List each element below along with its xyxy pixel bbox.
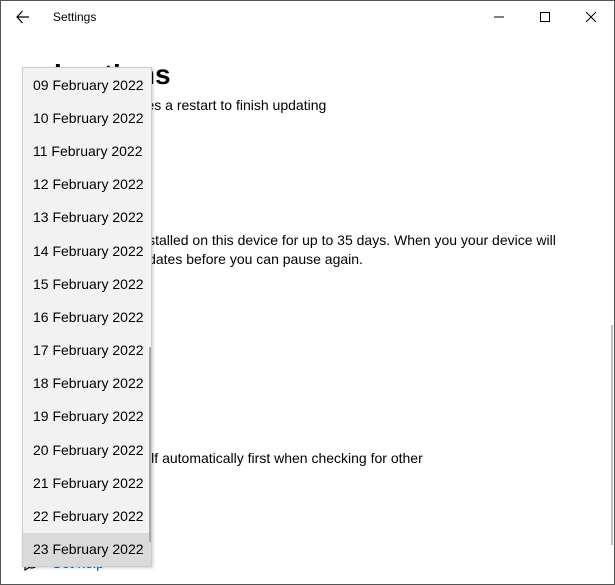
- dropdown-item[interactable]: 15 February 2022: [23, 267, 151, 300]
- dropdown-item[interactable]: 23 February 2022: [23, 533, 151, 566]
- window-controls: [476, 1, 614, 33]
- dropdown-item[interactable]: 17 February 2022: [23, 334, 151, 367]
- dropdown-item[interactable]: 11 February 2022: [23, 134, 151, 167]
- arrow-left-icon: [15, 9, 31, 25]
- back-button[interactable]: [1, 1, 45, 33]
- dropdown-item[interactable]: 14 February 2022: [23, 234, 151, 267]
- dropdown-item[interactable]: 12 February 2022: [23, 168, 151, 201]
- dropdown-item[interactable]: 21 February 2022: [23, 466, 151, 499]
- page-scrollbar[interactable]: [611, 325, 613, 545]
- dropdown-item[interactable]: 22 February 2022: [23, 499, 151, 532]
- maximize-icon: [540, 12, 550, 22]
- dropdown-item[interactable]: 09 February 2022: [23, 68, 151, 101]
- close-button[interactable]: [568, 1, 614, 33]
- titlebar: Settings: [1, 1, 614, 33]
- dropdown-scrollbar[interactable]: [149, 347, 151, 542]
- dropdown-item[interactable]: 20 February 2022: [23, 433, 151, 466]
- pause-until-dropdown[interactable]: 09 February 202210 February 202211 Febru…: [22, 67, 152, 567]
- dropdown-item[interactable]: 16 February 2022: [23, 300, 151, 333]
- minimize-icon: [494, 12, 504, 22]
- dropdown-item[interactable]: 13 February 2022: [23, 201, 151, 234]
- minimize-button[interactable]: [476, 1, 522, 33]
- dropdown-item[interactable]: 18 February 2022: [23, 367, 151, 400]
- window-title: Settings: [45, 10, 96, 24]
- dropdown-item[interactable]: 19 February 2022: [23, 400, 151, 433]
- close-icon: [586, 12, 596, 22]
- maximize-button[interactable]: [522, 1, 568, 33]
- dropdown-item[interactable]: 10 February 2022: [23, 101, 151, 134]
